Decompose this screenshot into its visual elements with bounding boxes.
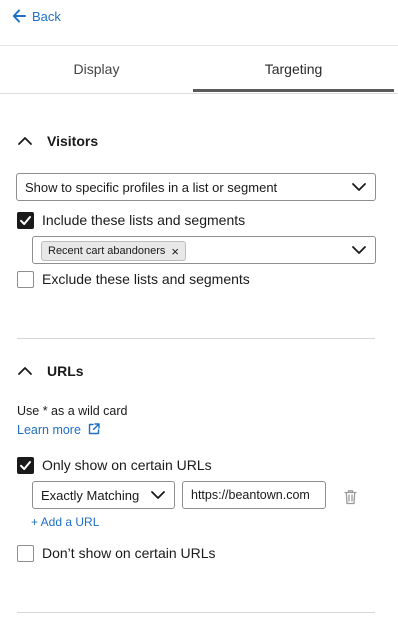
wildcard-hint: Use * as a wild card bbox=[17, 404, 128, 418]
list-tag: Recent cart abandoners × bbox=[41, 241, 187, 261]
learn-more-link[interactable]: Learn more bbox=[17, 422, 101, 438]
only-show-urls-checkbox[interactable]: Only show on certain URLs bbox=[17, 455, 212, 475]
visitors-section-toggle[interactable]: Visitors bbox=[17, 131, 98, 151]
checkbox-box bbox=[17, 544, 34, 562]
back-label: Back bbox=[32, 8, 61, 24]
exclude-lists-label: Exclude these lists and segments bbox=[42, 271, 250, 287]
audience-select[interactable]: Show to specific profiles in a list or s… bbox=[16, 173, 376, 201]
section-divider bbox=[17, 338, 375, 339]
tab-bar: Display Targeting bbox=[0, 45, 398, 94]
chevron-up-icon bbox=[17, 133, 33, 149]
check-icon bbox=[17, 456, 34, 474]
learn-more-label: Learn more bbox=[17, 423, 81, 437]
close-icon[interactable]: × bbox=[171, 245, 179, 258]
chevron-down-icon bbox=[150, 487, 166, 503]
visitors-section-title: Visitors bbox=[47, 133, 99, 149]
checkbox-box bbox=[17, 270, 34, 288]
chevron-down-icon bbox=[351, 179, 367, 195]
back-link[interactable]: Back bbox=[12, 7, 61, 25]
include-lists-label: Include these lists and segments bbox=[42, 212, 246, 228]
include-lists-checkbox[interactable]: Include these lists and segments bbox=[17, 210, 245, 230]
trash-icon[interactable] bbox=[343, 489, 358, 510]
dont-show-urls-checkbox[interactable]: Don’t show on certain URLs bbox=[17, 543, 216, 563]
check-icon bbox=[17, 211, 34, 229]
active-tab-indicator bbox=[193, 89, 394, 92]
dont-show-urls-label: Don’t show on certain URLs bbox=[42, 545, 216, 561]
chevron-down-icon bbox=[351, 242, 367, 258]
section-divider bbox=[17, 612, 375, 613]
audience-select-value: Show to specific profiles in a list or s… bbox=[25, 179, 278, 195]
urls-section-toggle[interactable]: URLs bbox=[17, 361, 84, 381]
chevron-up-icon bbox=[17, 363, 33, 379]
only-show-urls-label: Only show on certain URLs bbox=[42, 457, 212, 473]
external-link-icon bbox=[87, 422, 101, 439]
url-input[interactable]: https://beantown.com bbox=[182, 481, 326, 509]
match-type-value: Exactly Matching bbox=[41, 487, 140, 503]
arrow-left-icon bbox=[12, 9, 26, 23]
add-url-button[interactable]: + Add a URL bbox=[31, 515, 99, 529]
list-tag-label: Recent cart abandoners bbox=[48, 245, 166, 257]
match-type-select[interactable]: Exactly Matching bbox=[32, 481, 175, 509]
urls-section-title: URLs bbox=[47, 363, 84, 379]
tab-targeting[interactable]: Targeting bbox=[193, 45, 394, 93]
tab-display[interactable]: Display bbox=[0, 45, 193, 93]
exclude-lists-checkbox[interactable]: Exclude these lists and segments bbox=[17, 269, 250, 289]
